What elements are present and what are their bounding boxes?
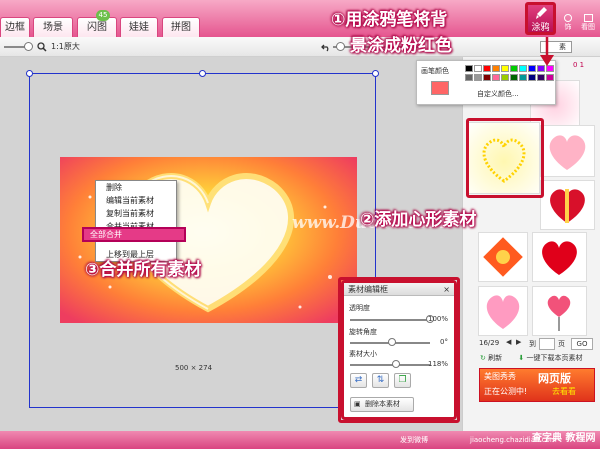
- tab-flash-badge: 45: [96, 10, 110, 21]
- page-input[interactable]: [539, 338, 555, 350]
- material-thumb[interactable]: [478, 286, 528, 336]
- image-icon: [583, 14, 593, 22]
- undo-icon[interactable]: [321, 42, 331, 52]
- page-label: 页: [558, 340, 565, 348]
- tab-border[interactable]: 边框: [0, 17, 30, 37]
- tuya-button[interactable]: 涂鸦: [525, 2, 556, 35]
- color-swatch[interactable]: [465, 74, 473, 81]
- resize-handle-top-right[interactable]: [372, 70, 379, 77]
- magnifier-icon: [37, 42, 47, 52]
- color-swatch[interactable]: [483, 74, 491, 81]
- material-thumb[interactable]: [540, 125, 595, 177]
- heart-icon: [549, 135, 586, 170]
- tab-scene[interactable]: 场景: [33, 17, 73, 37]
- highlight-heart-thumb: [466, 118, 544, 198]
- resize-handle-top[interactable]: [199, 70, 206, 77]
- top-tab-bar: 边框 场景 闪图 45 娃娃 拼图 涂鸦 饰 看图: [0, 0, 600, 37]
- download-link[interactable]: 一键下载本页素材: [526, 354, 582, 362]
- color-swatch[interactable]: [528, 65, 536, 72]
- site-logo: 查字典 教程网: [532, 433, 596, 444]
- step2-annotation: ②添加心形素材: [360, 210, 477, 230]
- tab-doll[interactable]: 娃娃: [120, 17, 158, 37]
- color-swatch[interactable]: [528, 74, 536, 81]
- material-thumb[interactable]: [532, 286, 587, 336]
- menu-item-merge-all[interactable]: 全部合并: [82, 227, 186, 242]
- color-swatch[interactable]: [474, 74, 482, 81]
- current-color-swatch[interactable]: [431, 81, 449, 95]
- color-swatch[interactable]: [519, 65, 527, 72]
- zoom-slider-knob[interactable]: [24, 42, 33, 51]
- red-heart-icon: [542, 241, 577, 275]
- pagination: 16/29 ◀ ▶ 到 页 GO: [479, 338, 597, 352]
- share-weibo-link[interactable]: 发到微博: [400, 435, 428, 445]
- go-button[interactable]: GO: [571, 338, 593, 350]
- refresh-link[interactable]: 刷新: [488, 354, 502, 362]
- menu-item-copy-material[interactable]: 复制当前素材: [96, 207, 176, 220]
- context-menu: 删除 编辑当前素材 复制当前素材 合并当前素材 上移到最上层: [95, 180, 177, 262]
- red-box-icon: [483, 237, 523, 277]
- color-swatch[interactable]: [519, 74, 527, 81]
- brush-icon: [535, 7, 547, 19]
- material-thumb[interactable]: [478, 232, 528, 282]
- menu-item-edit-material[interactable]: 编辑当前素材: [96, 194, 176, 207]
- download-icon[interactable]: ⬇: [518, 354, 524, 362]
- brush-color-label: 画笔颜色: [421, 67, 449, 75]
- color-swatch[interactable]: [474, 65, 482, 72]
- color-swatch[interactable]: [483, 65, 491, 72]
- prev-page-icon[interactable]: ◀: [506, 338, 511, 346]
- color-swatch[interactable]: [492, 74, 500, 81]
- color-swatch[interactable]: [537, 74, 545, 81]
- menu-item-delete[interactable]: 删除: [96, 181, 176, 194]
- next-page-icon[interactable]: ▶: [516, 338, 521, 346]
- zoom-text[interactable]: 1:1原大: [51, 41, 80, 52]
- arrow-down-icon: [540, 37, 554, 66]
- love-box-icon: [486, 295, 520, 329]
- custom-color-link[interactable]: 自定义颜色...: [477, 89, 519, 99]
- view-image-button[interactable]: 看图: [578, 14, 598, 34]
- material-thumb[interactable]: [532, 232, 587, 282]
- brush-size-knob[interactable]: [336, 42, 345, 51]
- step3-annotation: ③合并所有素材: [85, 260, 202, 280]
- decorate-button[interactable]: 饰: [560, 14, 576, 34]
- decorate-icon: [564, 14, 572, 22]
- color-swatch[interactable]: [492, 65, 500, 72]
- panel-links: ↻ 刷新 ⬇ 一键下载本页素材: [480, 353, 598, 363]
- step1-annotation-line2: 景涂成粉红色: [350, 36, 452, 56]
- status-bar: 发到微博 jiaocheng.chazidian.com 查字典 教程网: [0, 431, 600, 449]
- material-thumb[interactable]: [540, 180, 595, 230]
- step1-annotation-line1: ①用涂鸦笔将背: [331, 10, 448, 30]
- gift-heart-icon: [550, 189, 585, 223]
- refresh-icon[interactable]: ↻: [480, 354, 486, 362]
- color-swatch[interactable]: [465, 65, 473, 72]
- resize-handle-top-left[interactable]: [26, 70, 33, 77]
- heart-pin-icon: [547, 295, 571, 331]
- color-swatch[interactable]: [510, 74, 518, 81]
- panel-page-number: 0 1: [573, 61, 585, 69]
- highlight-dialog: [338, 277, 460, 423]
- canvas-size-label: 500 × 274: [175, 364, 213, 372]
- brush-color-popup: 画笔颜色 自定义颜色...: [416, 60, 556, 105]
- goto-label: 到: [529, 340, 536, 348]
- page-count: 16/29: [479, 339, 500, 347]
- tab-collage[interactable]: 拼图: [162, 17, 200, 37]
- tab-flash[interactable]: 闪图 45: [77, 10, 117, 37]
- color-swatch[interactable]: [501, 74, 509, 81]
- color-swatch[interactable]: [510, 65, 518, 72]
- color-swatch[interactable]: [546, 74, 554, 81]
- toolbar: 1:1原大 素: [0, 37, 600, 57]
- color-swatch[interactable]: [501, 65, 509, 72]
- web-version-promo[interactable]: 美图秀秀 网页版 正在公测中! 去看看: [479, 368, 595, 402]
